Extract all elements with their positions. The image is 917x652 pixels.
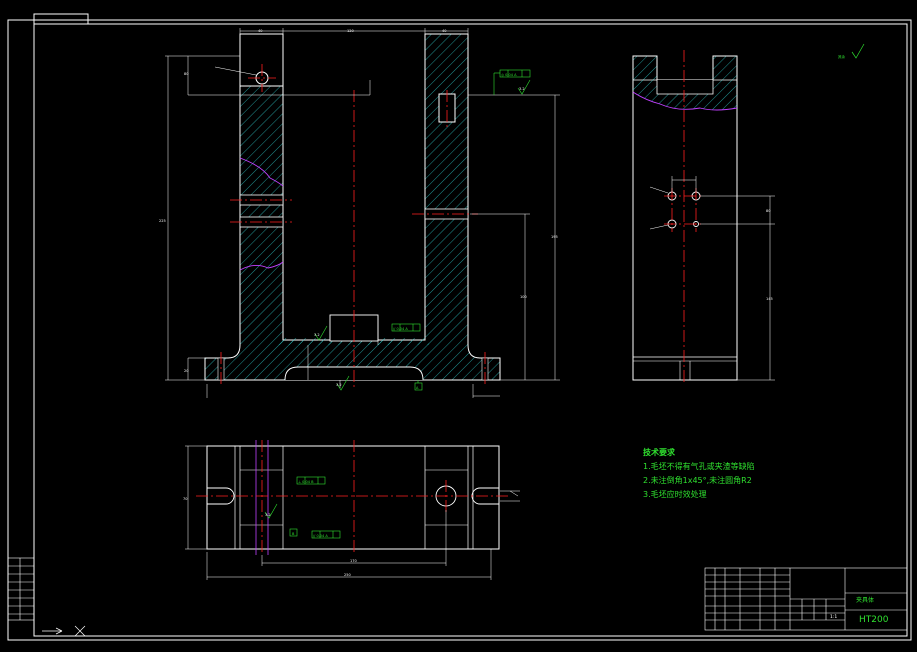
tech-req-item-1: 1.毛坯不得有气孔或夹渣等缺陷 (643, 461, 755, 471)
side-dim-text-height: 145 (766, 297, 773, 301)
dim-text-right-hole: 100 (520, 295, 527, 299)
plan-view (206, 440, 500, 555)
dim-text-top-center: 120 (347, 29, 354, 33)
tech-req-item-3: 3.毛坯应时效处理 (643, 489, 707, 499)
plan-roughness-text: 3.2 (265, 513, 271, 517)
front-section-view (204, 33, 501, 381)
part-name-text: 夹具体 (856, 596, 874, 604)
side-dim-text-spacing: 80 (766, 209, 770, 213)
front-tolerance-text-1: ◎ 0.04 A (501, 73, 517, 77)
plan-dim-text-length: 250 (344, 573, 351, 577)
roughness-text-3: 3.2 (336, 383, 342, 387)
scale-text: 1:1 (830, 614, 837, 620)
dim-text-left-upper: 80 (184, 72, 188, 76)
plan-tolerance-text-2: // 0.04 A (313, 534, 328, 538)
material-text: HT200 (859, 615, 889, 625)
title-block-texts: 夹具体 HT200 1:1 (830, 596, 889, 625)
plan-dim-text-width: 70 (183, 497, 187, 501)
side-view (632, 55, 738, 381)
dim-text-left-height: 225 (159, 219, 166, 223)
roughness-other-label: 其余 (838, 54, 846, 59)
cad-drawing-canvas: 40 120 40 80 225 20 195 100 ◎ 0.04 A // … (7, 13, 912, 641)
left-attachment-block (7, 557, 35, 621)
tech-req-title: 技术要求 (643, 447, 676, 457)
tech-req-item-2: 2.未注倒角1x45°,未注圆角R2 (643, 475, 752, 485)
plan-tolerance-text-1: ⊥ 0.04 B (298, 480, 314, 484)
dim-text-left-lower: 20 (184, 369, 188, 373)
front-tolerance-text-2: // 0.04 A (393, 327, 408, 331)
dim-text-top-right: 40 (442, 29, 446, 33)
roughness-text-2: 3.2 (314, 333, 320, 337)
plan-dim-text-spacing: 170 (350, 559, 357, 563)
side-dimension-texts: 80 145 (766, 209, 773, 301)
roughness-other-note: 其余 (838, 43, 865, 59)
technical-requirements: 技术要求 1.毛坯不得有气孔或夹渣等缺陷 2.未注倒角1x45°,未注圆角R2 … (643, 447, 755, 499)
roughness-text-1: 3.2 (519, 87, 525, 91)
datum-label-a: A (416, 386, 419, 390)
origin-marker (42, 625, 86, 637)
dim-text-top-left: 40 (258, 29, 262, 33)
dim-text-right-height: 195 (551, 235, 558, 239)
